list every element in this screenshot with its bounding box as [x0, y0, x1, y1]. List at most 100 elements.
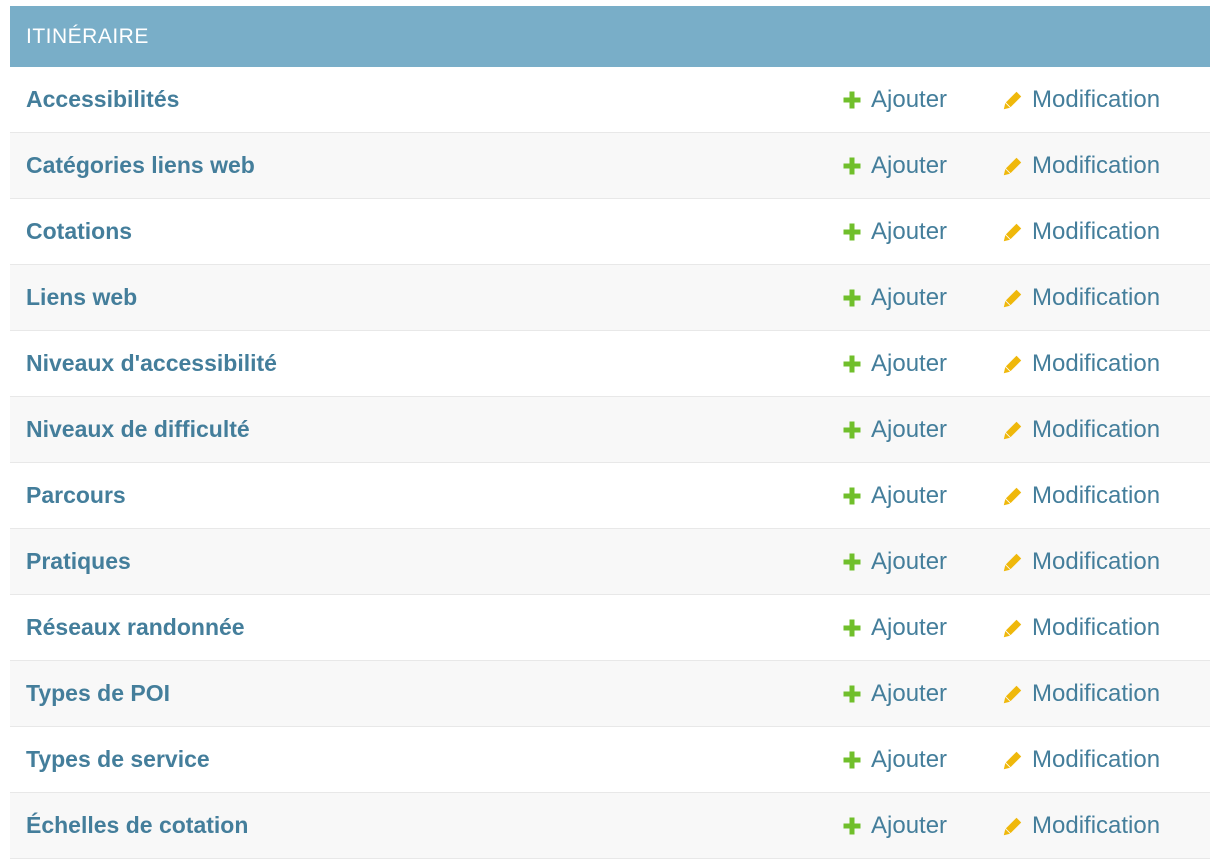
add-link[interactable]: Ajouter [842, 284, 947, 312]
add-label: Ajouter [871, 85, 948, 113]
plus-icon [842, 486, 862, 506]
pencil-icon [1003, 750, 1023, 770]
change-link[interactable]: Modification [1003, 812, 1160, 840]
add-link[interactable]: Ajouter [842, 614, 947, 642]
model-row: Liens web Ajouter Modification [10, 265, 1210, 331]
change-link[interactable]: Modification [1003, 746, 1160, 774]
model-link[interactable]: Parcours [26, 482, 126, 509]
pencil-icon [1003, 354, 1023, 374]
app-module-itineraire: ITINÉRAIRE Accessibilités Ajouter Modifica… [10, 6, 1210, 859]
add-label: Ajouter [871, 283, 948, 311]
model-link[interactable]: Types de POI [26, 680, 170, 707]
model-link[interactable]: Types de service [26, 746, 210, 773]
model-link[interactable]: Liens web [26, 284, 137, 311]
change-label: Modification [1032, 679, 1161, 707]
change-label: Modification [1032, 217, 1161, 245]
add-link[interactable]: Ajouter [842, 680, 947, 708]
model-list: Accessibilités Ajouter Modification Catégor… [10, 67, 1210, 859]
pencil-icon [1003, 618, 1023, 638]
plus-icon [842, 618, 862, 638]
module-caption[interactable]: ITINÉRAIRE [10, 6, 1210, 67]
pencil-icon [1003, 156, 1023, 176]
change-link[interactable]: Modification [1003, 416, 1160, 444]
model-link[interactable]: Pratiques [26, 548, 131, 575]
add-label: Ajouter [871, 349, 948, 377]
add-link[interactable]: Ajouter [842, 482, 947, 510]
change-link[interactable]: Modification [1003, 284, 1160, 312]
change-link[interactable]: Modification [1003, 482, 1160, 510]
change-label: Modification [1032, 613, 1161, 641]
change-link[interactable]: Modification [1003, 350, 1160, 378]
change-label: Modification [1032, 547, 1161, 575]
add-label: Ajouter [871, 151, 948, 179]
pencil-icon [1003, 288, 1023, 308]
model-row: Parcours Ajouter Modification [10, 463, 1210, 529]
add-link[interactable]: Ajouter [842, 812, 947, 840]
plus-icon [842, 354, 862, 374]
model-row: Types de service Ajouter Modification [10, 727, 1210, 793]
plus-icon [842, 222, 862, 242]
model-row: Cotations Ajouter Modification [10, 199, 1210, 265]
model-link[interactable]: Accessibilités [26, 86, 179, 113]
model-row: Niveaux de difficulté Ajouter Modification [10, 397, 1210, 463]
add-link[interactable]: Ajouter [842, 152, 947, 180]
add-label: Ajouter [871, 745, 948, 773]
pencil-icon [1003, 420, 1023, 440]
plus-icon [842, 90, 862, 110]
add-link[interactable]: Ajouter [842, 746, 947, 774]
plus-icon [842, 156, 862, 176]
add-label: Ajouter [871, 415, 948, 443]
add-label: Ajouter [871, 547, 948, 575]
add-link[interactable]: Ajouter [842, 86, 947, 114]
change-link[interactable]: Modification [1003, 680, 1160, 708]
change-label: Modification [1032, 415, 1161, 443]
change-link[interactable]: Modification [1003, 152, 1160, 180]
model-link[interactable]: Échelles de cotation [26, 812, 248, 839]
add-label: Ajouter [871, 811, 948, 839]
change-label: Modification [1032, 745, 1161, 773]
plus-icon [842, 750, 862, 770]
change-label: Modification [1032, 151, 1161, 179]
pencil-icon [1003, 552, 1023, 572]
plus-icon [842, 420, 862, 440]
plus-icon [842, 684, 862, 704]
add-link[interactable]: Ajouter [842, 416, 947, 444]
module-caption-label[interactable]: ITINÉRAIRE [26, 25, 149, 49]
change-link[interactable]: Modification [1003, 86, 1160, 114]
change-link[interactable]: Modification [1003, 548, 1160, 576]
pencil-icon [1003, 486, 1023, 506]
add-label: Ajouter [871, 217, 948, 245]
add-label: Ajouter [871, 481, 948, 509]
change-label: Modification [1032, 85, 1161, 113]
add-link[interactable]: Ajouter [842, 548, 947, 576]
change-link[interactable]: Modification [1003, 218, 1160, 246]
model-row: Réseaux randonnée Ajouter Modification [10, 595, 1210, 661]
model-row: Pratiques Ajouter Modification [10, 529, 1210, 595]
pencil-icon [1003, 684, 1023, 704]
model-row: Niveaux d'accessibilité Ajouter Modificati… [10, 331, 1210, 397]
change-label: Modification [1032, 481, 1161, 509]
plus-icon [842, 288, 862, 308]
change-label: Modification [1032, 283, 1161, 311]
plus-icon [842, 816, 862, 836]
model-row: Échelles de cotation Ajouter Modification [10, 793, 1210, 859]
plus-icon [842, 552, 862, 572]
model-row: Types de POI Ajouter Modification [10, 661, 1210, 727]
add-link[interactable]: Ajouter [842, 218, 947, 246]
pencil-icon [1003, 222, 1023, 242]
change-label: Modification [1032, 349, 1161, 377]
pencil-icon [1003, 816, 1023, 836]
model-row: Catégories liens web Ajouter Modification [10, 133, 1210, 199]
add-label: Ajouter [871, 679, 948, 707]
model-link[interactable]: Niveaux d'accessibilité [26, 350, 277, 377]
change-label: Modification [1032, 811, 1161, 839]
pencil-icon [1003, 90, 1023, 110]
model-link[interactable]: Cotations [26, 218, 132, 245]
add-label: Ajouter [871, 613, 948, 641]
model-row: Accessibilités Ajouter Modification [10, 67, 1210, 133]
model-link[interactable]: Niveaux de difficulté [26, 416, 250, 443]
model-link[interactable]: Réseaux randonnée [26, 614, 245, 641]
change-link[interactable]: Modification [1003, 614, 1160, 642]
add-link[interactable]: Ajouter [842, 350, 947, 378]
model-link[interactable]: Catégories liens web [26, 152, 255, 179]
